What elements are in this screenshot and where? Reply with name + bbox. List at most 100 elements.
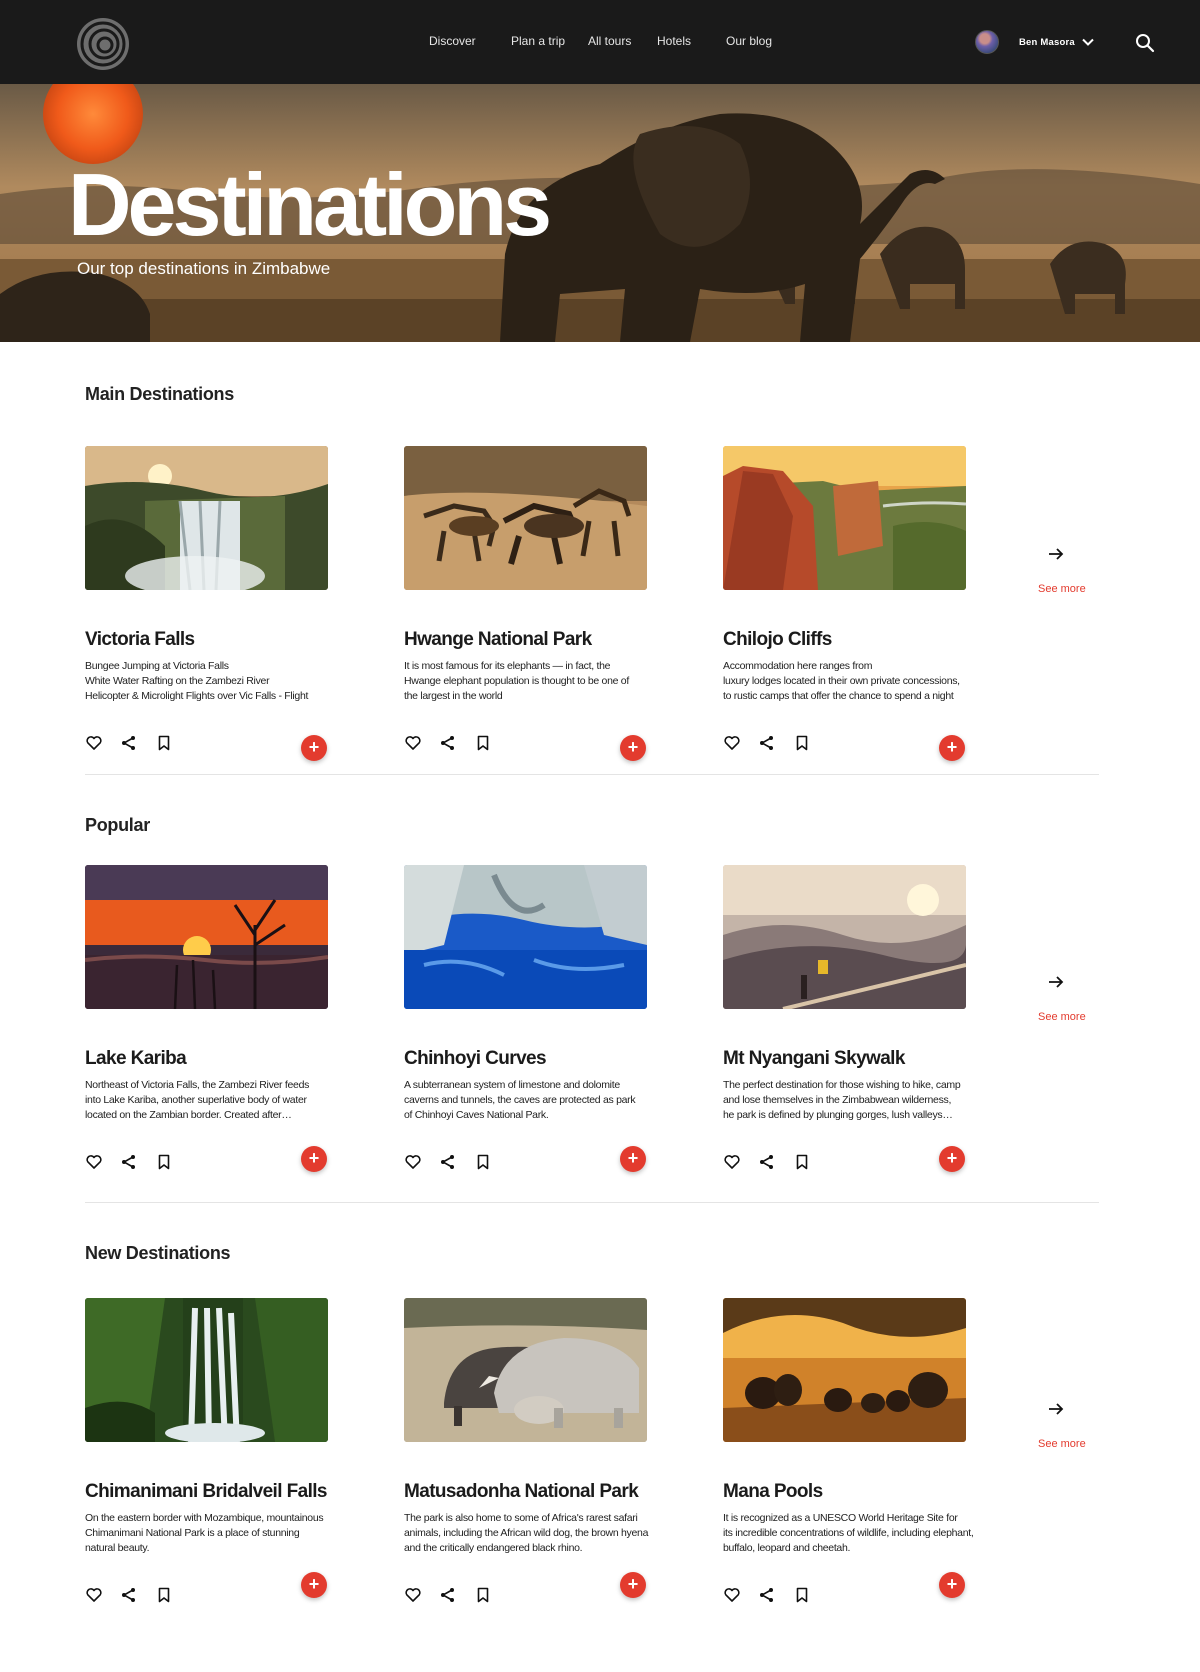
card-title[interactable]: Lake Kariba	[85, 1048, 187, 1070]
heart-icon[interactable]	[404, 1586, 422, 1604]
card-title[interactable]: Mt Nyangani Skywalk	[723, 1048, 905, 1070]
add-button[interactable]: +	[301, 735, 327, 761]
arrow-right-icon[interactable]	[1046, 972, 1066, 992]
card-description: On the eastern border with Mozambique, m…	[85, 1512, 324, 1554]
bookmark-icon[interactable]	[474, 1153, 492, 1171]
destination-card-chinhoyi[interactable]: Chinhoyi Curves A subterranean system of…	[404, 865, 664, 1195]
see-more-label[interactable]: See more	[1038, 1438, 1086, 1450]
card-actions	[723, 1586, 823, 1606]
hero-banner: Destinations Our top destinations in Zim…	[0, 84, 1200, 342]
section-title-popular: Popular	[85, 815, 150, 835]
heart-icon[interactable]	[85, 734, 103, 752]
arrow-right-icon[interactable]	[1046, 544, 1066, 564]
card-actions	[85, 1586, 185, 1606]
nav-link-blog[interactable]: Our blog	[726, 34, 772, 48]
see-more-label[interactable]: See more	[1038, 1011, 1086, 1023]
card-image-matusadonha[interactable]	[404, 1298, 647, 1442]
card-actions	[85, 734, 185, 754]
page-subtitle: Our top destinations in Zimbabwe	[77, 259, 331, 278]
add-button[interactable]: +	[301, 1572, 327, 1598]
card-title[interactable]: Mana Pools	[723, 1481, 823, 1503]
card-image-chimanimani[interactable]	[85, 1298, 328, 1442]
card-actions	[723, 1153, 823, 1173]
section-divider	[85, 774, 1099, 775]
share-icon[interactable]	[439, 1153, 457, 1171]
card-description: Bungee Jumping at Victoria Falls White W…	[85, 660, 309, 702]
add-button[interactable]: +	[620, 1572, 646, 1598]
page-title: Destinations	[68, 155, 552, 254]
share-icon[interactable]	[758, 734, 776, 752]
bookmark-icon[interactable]	[155, 1153, 173, 1171]
destination-card-nyangani[interactable]: Mt Nyangani Skywalk The perfect destinat…	[723, 865, 983, 1195]
nav-link-discover[interactable]: Discover	[429, 34, 476, 48]
bookmark-icon[interactable]	[793, 1153, 811, 1171]
arrow-right-icon[interactable]	[1046, 1399, 1066, 1419]
share-icon[interactable]	[120, 1586, 138, 1604]
share-icon[interactable]	[439, 734, 457, 752]
card-actions	[723, 734, 823, 754]
card-image-mana-pools[interactable]	[723, 1298, 966, 1442]
bookmark-icon[interactable]	[474, 1586, 492, 1604]
share-icon[interactable]	[120, 1153, 138, 1171]
bookmark-icon[interactable]	[155, 1586, 173, 1604]
card-title[interactable]: Chinhoyi Curves	[404, 1048, 547, 1070]
nav-link-hotels[interactable]: Hotels	[657, 34, 691, 48]
card-title[interactable]: Matusadonha National Park	[404, 1481, 639, 1503]
card-title[interactable]: Chimanimani Bridalveil Falls	[85, 1481, 327, 1503]
add-button[interactable]: +	[620, 735, 646, 761]
share-icon[interactable]	[758, 1586, 776, 1604]
destination-card-chimanimani[interactable]: Chimanimani Bridalveil Falls On the east…	[85, 1298, 345, 1628]
avatar[interactable]	[975, 30, 999, 54]
card-actions	[85, 1153, 185, 1173]
bookmark-icon[interactable]	[793, 1586, 811, 1604]
bookmark-icon[interactable]	[793, 734, 811, 752]
card-actions	[404, 1586, 504, 1606]
add-button[interactable]: +	[939, 735, 965, 761]
card-image-nyangani[interactable]	[723, 865, 966, 1009]
destination-card-matusadonha[interactable]: Matusadonha National Park The park is al…	[404, 1298, 664, 1628]
add-button[interactable]: +	[301, 1146, 327, 1172]
card-title[interactable]: Victoria Falls	[85, 629, 195, 651]
card-description: A subterranean system of limestone and d…	[404, 1079, 636, 1121]
destination-card-hwange[interactable]: Hwange National Park It is most famous f…	[404, 446, 664, 776]
heart-icon[interactable]	[723, 734, 741, 752]
section-title-new: New Destinations	[85, 1243, 231, 1263]
card-title[interactable]: Chilojo Cliffs	[723, 629, 832, 651]
destination-card-lake-kariba[interactable]: Lake Kariba Northeast of Victoria Falls,…	[85, 865, 345, 1195]
card-image-victoria-falls[interactable]	[85, 446, 328, 590]
add-button[interactable]: +	[939, 1146, 965, 1172]
share-icon[interactable]	[439, 1586, 457, 1604]
card-image-lake-kariba[interactable]	[85, 865, 328, 1009]
card-description: Northeast of Victoria Falls, the Zambezi…	[85, 1079, 310, 1121]
share-icon[interactable]	[758, 1153, 776, 1171]
top-nav: Discover Plan a trip All tours Hotels Ou…	[0, 0, 1200, 84]
nav-link-all-tours[interactable]: All tours	[588, 34, 631, 48]
card-description: It is most famous for its elephants — in…	[404, 660, 629, 702]
card-image-chinhoyi[interactable]	[404, 865, 647, 1009]
search-icon[interactable]	[1134, 32, 1156, 54]
heart-icon[interactable]	[85, 1153, 103, 1171]
user-name: Ben Masora	[1019, 36, 1075, 48]
bookmark-icon[interactable]	[474, 734, 492, 752]
heart-icon[interactable]	[723, 1153, 741, 1171]
user-menu[interactable]: Ben Masora	[975, 29, 1095, 55]
card-description: Accommodation here ranges from luxury lo…	[723, 660, 960, 702]
destination-card-victoria-falls[interactable]: Victoria Falls Bungee Jumping at Victori…	[85, 446, 345, 776]
add-button[interactable]: +	[620, 1146, 646, 1172]
heart-icon[interactable]	[404, 734, 422, 752]
card-title[interactable]: Hwange National Park	[404, 629, 592, 651]
destination-card-chilojo[interactable]: Chilojo Cliffs Accommodation here ranges…	[723, 446, 983, 776]
see-more-label[interactable]: See more	[1038, 583, 1086, 595]
heart-icon[interactable]	[404, 1153, 422, 1171]
card-image-hwange[interactable]	[404, 446, 647, 590]
chevron-down-icon[interactable]	[1081, 35, 1095, 49]
heart-icon[interactable]	[85, 1586, 103, 1604]
destination-card-mana-pools[interactable]: Mana Pools It is recognized as a UNESCO …	[723, 1298, 983, 1628]
section-title-main: Main Destinations	[85, 384, 234, 404]
heart-icon[interactable]	[723, 1586, 741, 1604]
bookmark-icon[interactable]	[155, 734, 173, 752]
add-button[interactable]: +	[939, 1572, 965, 1598]
share-icon[interactable]	[120, 734, 138, 752]
nav-link-plan-trip[interactable]: Plan a trip	[511, 34, 565, 48]
card-image-chilojo[interactable]	[723, 446, 966, 590]
